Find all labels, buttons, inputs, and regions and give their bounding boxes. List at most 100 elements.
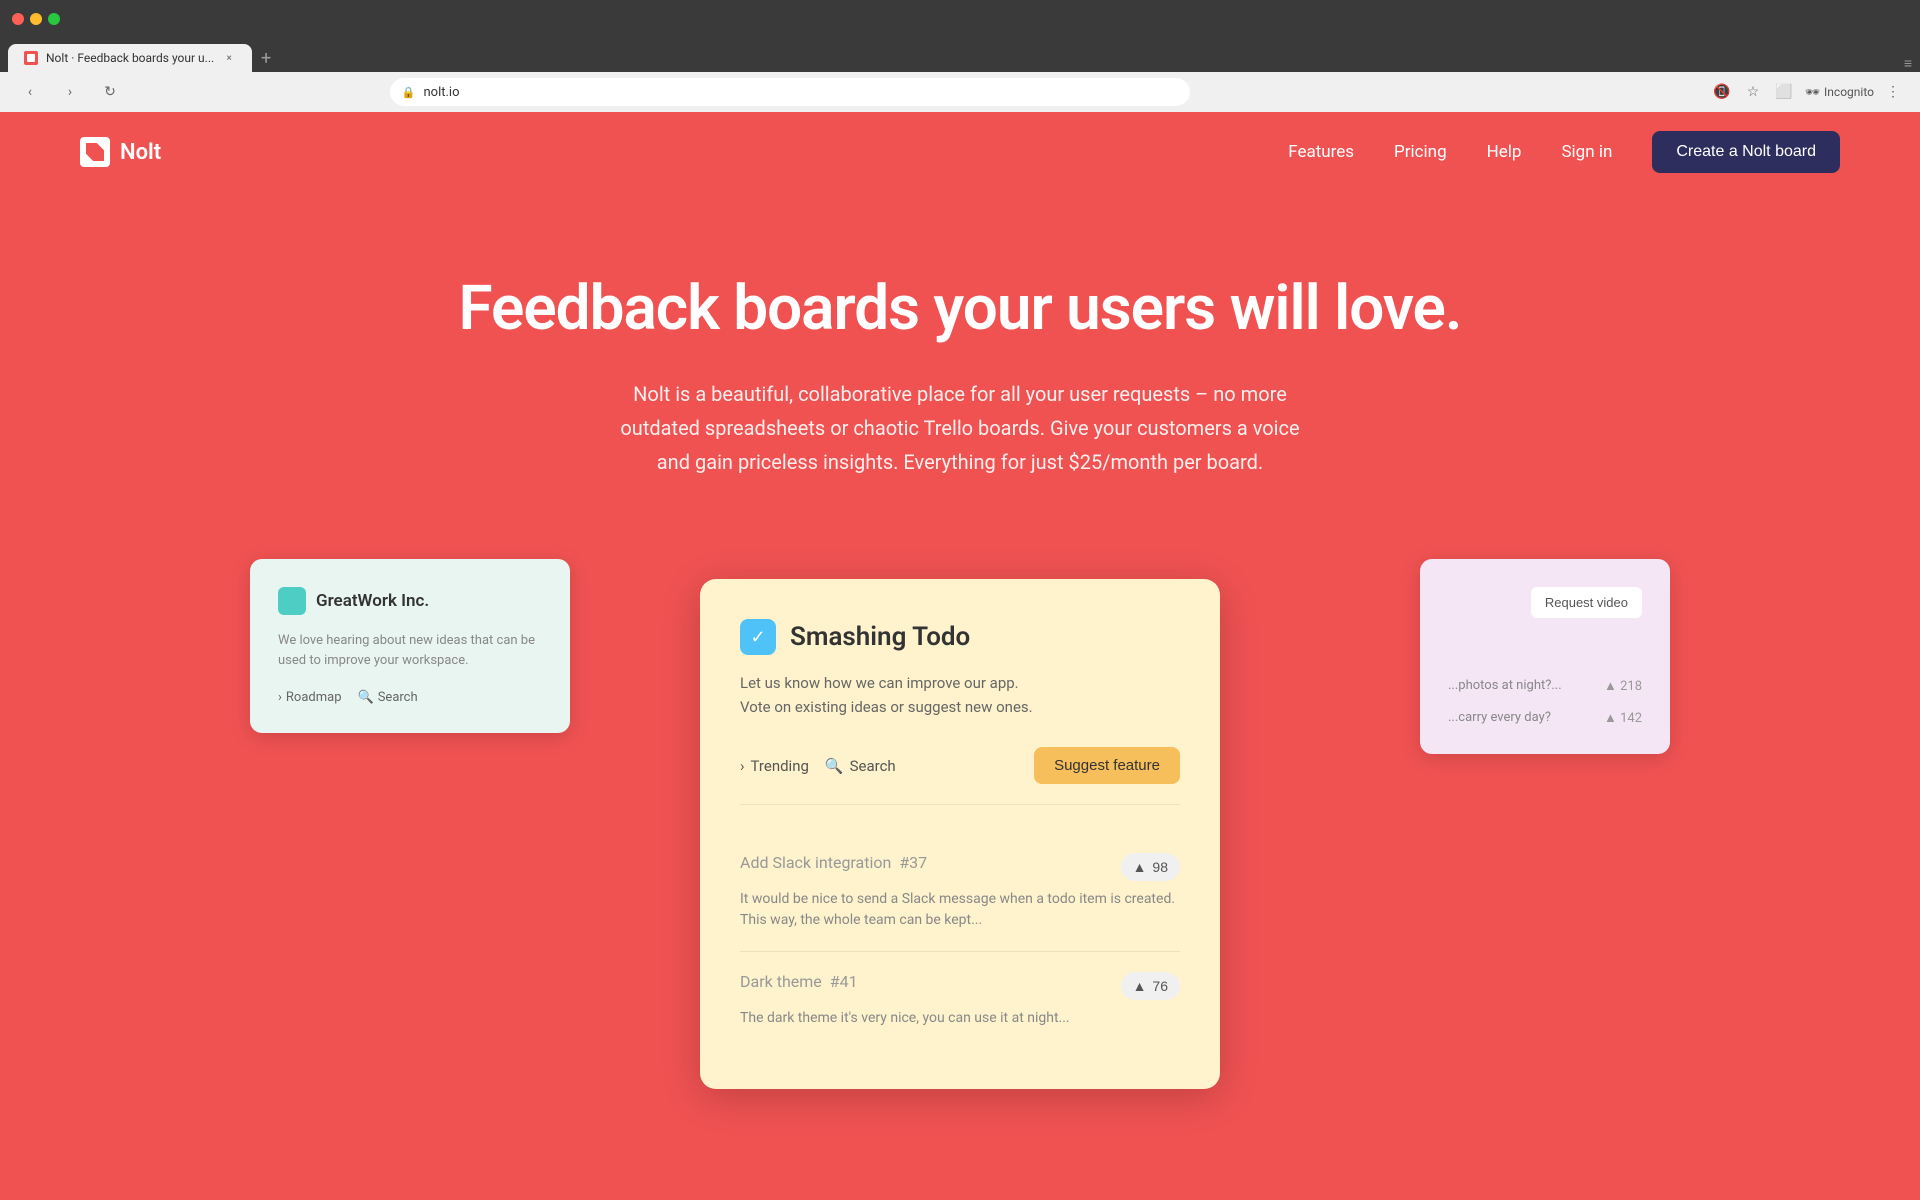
right-item-1-text: ...carry every day? [1448, 710, 1596, 725]
feature-item-slack: Add Slack integration #37 ▲ 98 It would … [740, 833, 1180, 952]
search-nav-item[interactable]: 🔍 Search [358, 690, 418, 705]
tab-favicon [24, 51, 38, 65]
nav-features-link[interactable]: Features [1288, 142, 1354, 162]
feature-slack-name: Add Slack integration [740, 853, 891, 872]
vote-slack-count: 98 [1152, 859, 1168, 875]
search-action-icon: 🔍 [825, 757, 844, 775]
card-greatwork: GreatWork Inc. We love hearing about new… [250, 559, 570, 733]
feature-slack-title: Add Slack integration #37 [740, 853, 927, 872]
nav-links: Features Pricing Help Sign in Create a N… [1288, 131, 1840, 173]
lock-icon: 🔒 [402, 86, 416, 99]
greatwork-company-name: GreatWork Inc. [316, 591, 429, 611]
greatwork-logo-icon [278, 587, 306, 615]
vote-dark-button[interactable]: ▲ 76 [1121, 972, 1180, 1000]
roadmap-label: Roadmap [286, 690, 342, 705]
search-icon-small: 🔍 [358, 690, 374, 705]
menu-icon[interactable]: ⋮ [1882, 80, 1904, 104]
trending-action[interactable]: › Trending [740, 757, 809, 775]
new-tab-button[interactable]: + [252, 44, 280, 72]
smashing-todo-logo-icon: ✓ [740, 619, 776, 655]
card-actions: › Trending 🔍 Search Suggest feature [740, 747, 1180, 805]
vote-dark-count: 76 [1152, 978, 1168, 994]
feature-slack-header: Add Slack integration #37 ▲ 98 [740, 853, 1180, 881]
browser-title-bar [0, 0, 1920, 38]
website-content: Nolt Features Pricing Help Sign in Creat… [0, 112, 1920, 939]
card-desc-line1: Let us know how we can improve our app. [740, 671, 1180, 695]
demo-container: GreatWork Inc. We love hearing about new… [0, 539, 1920, 939]
right-item-0: ...photos at night?... ▲ 218 [1448, 678, 1642, 694]
url-field[interactable]: 🔒 nolt.io [390, 78, 1190, 106]
greatwork-description: We love hearing about new ideas that can… [278, 631, 542, 670]
hero-title: Feedback boards your users will love. [20, 272, 1900, 345]
tab-menu-button[interactable]: ≡ [1904, 55, 1912, 72]
search-action-label: Search [850, 757, 896, 775]
vote-up-icon-2: ▲ [1133, 978, 1147, 994]
close-dot[interactable] [12, 13, 24, 25]
sidepanel-icon[interactable]: ⬜ [1771, 80, 1796, 104]
browser-dots [12, 13, 60, 25]
feature-slack-description: It would be nice to send a Slack message… [740, 889, 1180, 931]
search-label: Search [378, 690, 418, 705]
vote-slack-button[interactable]: ▲ 98 [1121, 853, 1180, 881]
hero-subtitle: Nolt is a beautiful, collaborative place… [620, 377, 1300, 479]
logo-shape [86, 143, 104, 161]
right-item-1: ...carry every day? ▲ 142 [1448, 710, 1642, 726]
feature-dark-description: The dark theme it's very nice, you can u… [740, 1008, 1180, 1029]
right-item-1-votes: ▲ 142 [1604, 710, 1642, 726]
logo-icon [80, 137, 110, 167]
smashing-todo-title: Smashing Todo [790, 622, 970, 652]
chevron-right-icon: › [278, 690, 282, 705]
url-text: nolt.io [423, 85, 459, 100]
tab-close-button[interactable]: × [222, 51, 236, 65]
incognito-label: Incognito [1824, 85, 1874, 99]
card-center-header: ✓ Smashing Todo [740, 619, 1180, 655]
feature-dark-number: #41 [830, 972, 858, 991]
incognito-icon: 🕶 [1805, 85, 1820, 99]
browser-chrome: Nolt · Feedback boards your u... × + ≡ ‹… [0, 0, 1920, 112]
request-video-button[interactable]: Request video [1531, 587, 1642, 618]
card-left-header: GreatWork Inc. [278, 587, 542, 615]
check-icon: ✓ [750, 627, 765, 648]
address-bar: ‹ › ↻ 🔒 nolt.io 📵 ☆ ⬜ 🕶 Incognito ⋮ [0, 72, 1920, 112]
tab-bar: Nolt · Feedback boards your u... × + ≡ [0, 38, 1920, 72]
card-smashing-todo: ✓ Smashing Todo Let us know how we can i… [700, 579, 1220, 1089]
roadmap-nav-item[interactable]: › Roadmap [278, 690, 342, 705]
feature-slack-number: #37 [899, 853, 927, 872]
bookmark-icon[interactable]: ☆ [1743, 80, 1764, 104]
nav-help-link[interactable]: Help [1487, 142, 1522, 162]
back-button[interactable]: ‹ [16, 78, 44, 106]
camera-off-icon[interactable]: 📵 [1709, 80, 1734, 104]
nav-pricing-link[interactable]: Pricing [1394, 142, 1447, 162]
incognito-badge: 🕶 Incognito [1805, 85, 1874, 99]
card-desc-line2: Vote on existing ideas or suggest new on… [740, 695, 1180, 719]
vote-up-icon: ▲ [1133, 859, 1147, 875]
tab-title: Nolt · Feedback boards your u... [46, 51, 214, 65]
card-left-nav: › Roadmap 🔍 Search [278, 690, 542, 705]
refresh-button[interactable]: ↻ [96, 78, 124, 106]
active-tab[interactable]: Nolt · Feedback boards your u... × [8, 44, 252, 72]
suggest-feature-button[interactable]: Suggest feature [1034, 747, 1180, 784]
nav-logo[interactable]: Nolt [80, 137, 161, 167]
feature-item-dark-theme: Dark theme #41 ▲ 76 The dark theme it's … [740, 952, 1180, 1049]
nav-signin-link[interactable]: Sign in [1561, 142, 1612, 162]
trending-chevron-icon: › [740, 757, 745, 775]
logo-text: Nolt [120, 140, 161, 165]
feature-dark-header: Dark theme #41 ▲ 76 [740, 972, 1180, 1000]
feature-dark-name: Dark theme [740, 972, 822, 991]
trending-label: Trending [751, 757, 809, 775]
search-action[interactable]: 🔍 Search [825, 757, 896, 775]
maximize-dot[interactable] [48, 13, 60, 25]
feature-dark-title: Dark theme #41 [740, 972, 858, 991]
card-center-description: Let us know how we can improve our app. … [740, 671, 1180, 719]
hero-section: Feedback boards your users will love. No… [0, 192, 1920, 539]
card-right: Request video ...photos at night?... ▲ 2… [1420, 559, 1670, 754]
browser-actions: 📵 ☆ ⬜ 🕶 Incognito ⋮ [1709, 80, 1904, 104]
right-item-0-votes: ▲ 218 [1604, 678, 1642, 694]
card-right-items: ...photos at night?... ▲ 218 ...carry ev… [1448, 678, 1642, 726]
forward-button[interactable]: › [56, 78, 84, 106]
card-right-action: Request video [1448, 587, 1642, 618]
navigation: Nolt Features Pricing Help Sign in Creat… [0, 112, 1920, 192]
right-item-0-text: ...photos at night?... [1448, 678, 1596, 693]
minimize-dot[interactable] [30, 13, 42, 25]
create-board-button[interactable]: Create a Nolt board [1652, 131, 1840, 173]
